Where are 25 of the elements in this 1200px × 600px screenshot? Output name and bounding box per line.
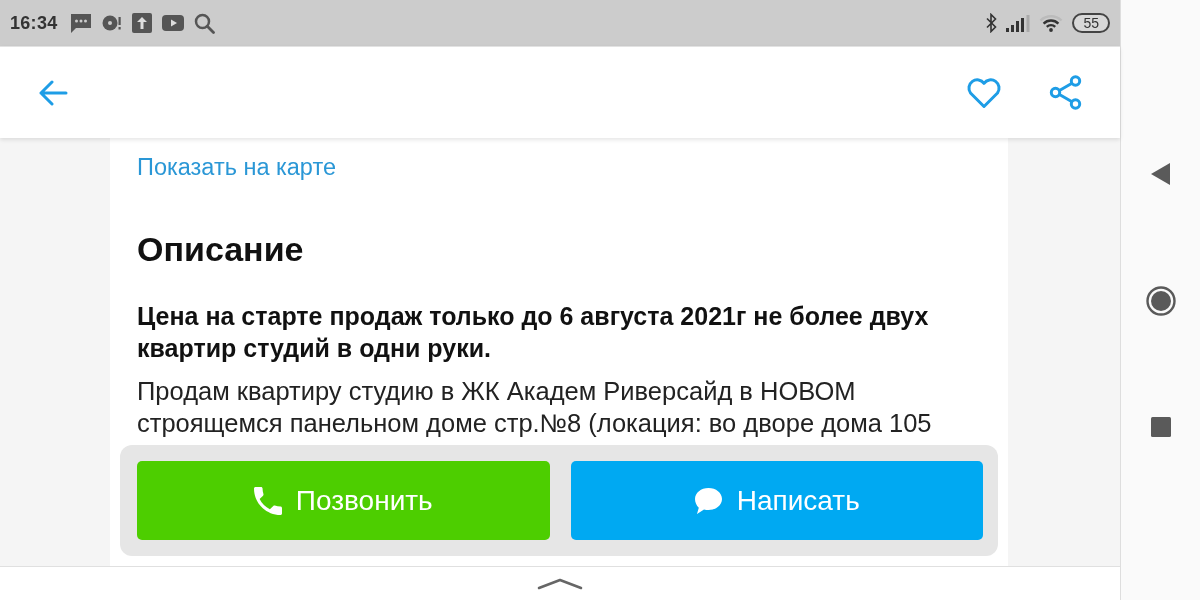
disc-icon	[101, 14, 122, 32]
map-link[interactable]: Показать на карте	[137, 155, 336, 179]
phone-icon	[253, 486, 282, 515]
message-button[interactable]: Написать	[570, 461, 983, 540]
battery-indicator: 55	[1072, 13, 1110, 33]
upload-icon	[131, 13, 152, 33]
share-icon[interactable]	[1049, 75, 1082, 110]
chat-bubble-icon	[69, 12, 92, 34]
bluetooth-icon	[986, 13, 998, 33]
lead-text: Цена на старте продаж только до 6 августа 2021г не более двух квартир студий в одни руки.	[137, 301, 930, 364]
chat-bubble-icon	[693, 486, 723, 515]
search-icon	[193, 12, 215, 34]
description-text: Продам квартиру студию в ЖК Академ Риверсайд в НОВОМ строящемся панельном доме стр.№8 (локация: во дворе дома 105	[137, 376, 933, 439]
play-icon	[161, 15, 184, 31]
status-time: 16:34	[10, 12, 58, 34]
chevron-up-icon[interactable]	[537, 577, 583, 590]
signal-icon	[1006, 14, 1031, 32]
section-heading: Описание	[137, 229, 305, 269]
back-icon[interactable]	[38, 79, 68, 106]
call-button[interactable]: Позвонить	[137, 461, 550, 540]
heart-icon[interactable]	[966, 76, 1002, 109]
recents-icon[interactable]	[1150, 417, 1171, 437]
back-icon[interactable]	[1150, 163, 1171, 185]
home-icon[interactable]	[1145, 286, 1176, 316]
wifi-icon	[1039, 14, 1064, 32]
